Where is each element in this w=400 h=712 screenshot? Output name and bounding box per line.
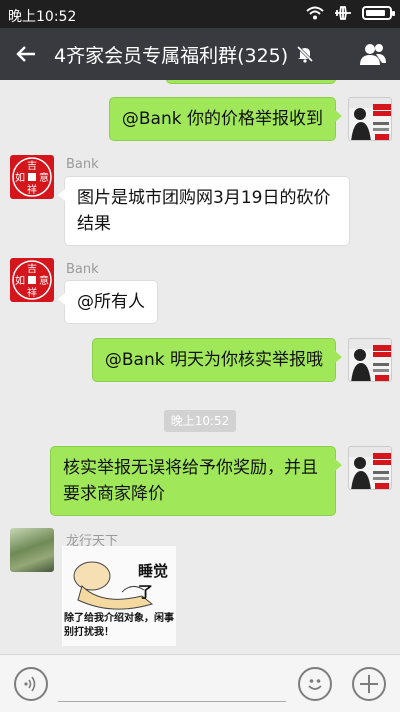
message-text: @所有人 — [77, 292, 145, 312]
airplane-icon — [335, 6, 351, 20]
bank-avatar-image: 吉 如 意 祥 — [12, 157, 52, 197]
message-input[interactable] — [58, 701, 286, 702]
voice-button[interactable] — [14, 667, 48, 701]
my-avatar[interactable] — [348, 446, 392, 490]
avatar-char: 意 — [39, 274, 49, 287]
more-button[interactable] — [352, 667, 386, 701]
wifi-icon — [306, 6, 324, 20]
avatar-char: 祥 — [27, 183, 37, 196]
avatar-image — [349, 98, 391, 140]
back-button[interactable] — [0, 28, 52, 80]
avatar-char: 祥 — [27, 286, 37, 299]
sender-name: Bank — [66, 157, 99, 172]
emoji-button[interactable] — [298, 667, 332, 701]
bank-avatar[interactable]: 吉 如 意 祥 — [10, 258, 54, 302]
sticker-image[interactable]: 睡觉了 除了给我介绍对象，闲事别打扰我！ — [62, 546, 176, 646]
back-arrow-icon — [16, 46, 35, 62]
avatar-char: 如 — [15, 171, 25, 184]
message-bubble-in[interactable]: @所有人 — [58, 280, 158, 324]
chat-area[interactable]: @Bank 你的价格举报收到 Bank 吉 如 意 祥 图片是城市团购网3月19… — [0, 80, 400, 654]
avatar-char: 意 — [39, 171, 49, 184]
my-avatar[interactable] — [348, 97, 392, 141]
plus-icon — [360, 675, 378, 693]
cut-off-message-bubble — [166, 80, 336, 84]
sticker-caption-bottom: 除了给我介绍对象，闲事别打扰我！ — [64, 613, 174, 638]
chat-header: 4齐家会员专属福利群(325) — [0, 28, 400, 80]
emoji-icon — [308, 679, 322, 690]
voice-icon — [24, 676, 36, 692]
sender-name: Bank — [66, 262, 99, 277]
message-bubble-out[interactable]: @Bank 你的价格举报收到 — [108, 97, 343, 141]
message-text: 核实举报无误将给予你奖励，并且要求商家降价 — [63, 458, 318, 504]
bank-avatar[interactable]: 吉 如 意 祥 — [10, 155, 54, 199]
chat-title: 4齐家会员专属福利群(325) — [54, 44, 289, 67]
message-bubble-out[interactable]: 核实举报无误将给予你奖励，并且要求商家降价 — [50, 446, 342, 516]
message-text: @Bank 明天为你核实举报哦 — [104, 350, 323, 370]
time-separator: 晚上10:52 — [164, 410, 236, 432]
input-bar — [0, 654, 400, 712]
status-icons — [306, 5, 395, 21]
avatar-char: 吉 — [27, 263, 37, 275]
avatar-char: 如 — [15, 274, 25, 287]
avatar-image — [349, 447, 391, 489]
bank-avatar-image: 吉 如 意 祥 — [12, 260, 52, 300]
user-avatar[interactable] — [10, 528, 54, 572]
message-text: 图片是城市团购网3月19日的砍价结果 — [77, 188, 331, 234]
battery-icon — [362, 6, 395, 20]
mute-icon — [296, 45, 314, 63]
group-members-button[interactable] — [356, 38, 390, 70]
status-time: 晚上10:52 — [8, 9, 77, 25]
message-bubble-out[interactable]: @Bank 明天为你核实举报哦 — [91, 338, 343, 382]
group-members-icon — [360, 44, 386, 65]
avatar-char: 吉 — [27, 160, 37, 172]
avatar-image — [349, 339, 391, 381]
my-avatar[interactable] — [348, 338, 392, 382]
sticker-caption-top: 睡觉了 — [138, 562, 169, 601]
status-bar: 晚上10:52 — [0, 0, 400, 28]
battery-level-fill — [366, 10, 385, 16]
message-text: @Bank 你的价格举报收到 — [121, 109, 323, 129]
message-bubble-in[interactable]: 图片是城市团购网3月19日的砍价结果 — [58, 176, 350, 246]
